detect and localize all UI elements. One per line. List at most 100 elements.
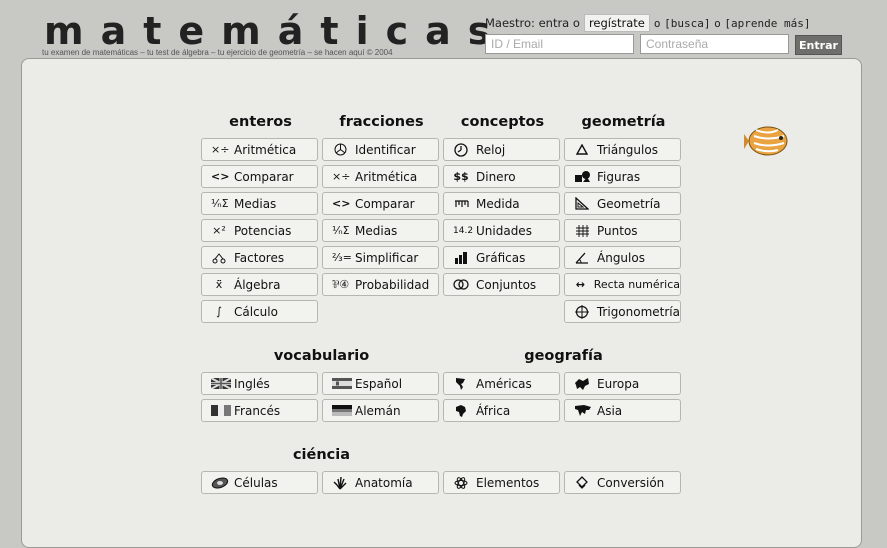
geometria-recta-numerica-button[interactable]: ↔ Recta numérica <box>564 273 681 296</box>
triangle-icon <box>574 144 590 155</box>
geografia-europa-button[interactable]: Europa <box>564 372 681 395</box>
ciencia-anatomia-button[interactable]: Anatomía <box>322 471 439 494</box>
vocabulario-frances-button[interactable]: Francés <box>201 399 318 422</box>
vocabulario-ingles-button[interactable]: Inglés <box>201 372 318 395</box>
button-label: Ángulos <box>597 250 645 265</box>
conceptos-unidades-button[interactable]: 14.2 Unidades <box>443 219 560 242</box>
login-line: Maestro: entra o regístrate o [busca] o … <box>485 14 811 32</box>
button-label: Cálculo <box>234 304 278 319</box>
email-input[interactable] <box>485 34 634 54</box>
enteros-aritmetica-button[interactable]: ×÷ Aritmética <box>201 138 318 161</box>
password-input[interactable] <box>640 34 789 54</box>
factor-tree-icon <box>211 252 227 264</box>
hand-icon <box>332 476 348 490</box>
enteros-algebra-button[interactable]: ẍ̈ Álgebra <box>201 273 318 296</box>
button-label: Unidades <box>476 223 532 238</box>
geografia-asia-button[interactable]: Asia <box>564 399 681 422</box>
fracciones-aritmetica-button[interactable]: ×÷ Aritmética <box>322 165 439 188</box>
button-label: Anatomía <box>355 475 413 490</box>
section-heading-geometria: geometría <box>581 114 666 130</box>
sigma-icon: ¹⁄ₙΣ <box>211 196 229 210</box>
number-line-icon: ↔ <box>575 277 585 291</box>
fracciones-probabilidad-button[interactable]: ⅌④ Probabilidad <box>322 273 439 296</box>
algebra-icon: ẍ̈ <box>215 277 223 291</box>
separator: o <box>714 16 721 30</box>
button-label: Medias <box>355 223 398 238</box>
button-label: Aritmética <box>234 142 297 157</box>
unit-circle-icon <box>574 304 590 319</box>
enteros-factores-button[interactable]: Factores <box>201 246 318 269</box>
button-label: Factores <box>234 250 285 265</box>
button-label: Inglés <box>234 376 270 391</box>
section-heading-conceptos: conceptos <box>460 114 545 130</box>
button-label: Conversión <box>597 475 665 490</box>
geometria-trigonometria-button[interactable]: Trigonometría <box>564 300 681 323</box>
ciencia-elementos-button[interactable]: Elementos <box>443 471 560 494</box>
button-label: Conjuntos <box>476 277 537 292</box>
conceptos-reloj-button[interactable]: Reloj <box>443 138 560 161</box>
grid-points-icon <box>574 224 590 237</box>
enteros-calculo-button[interactable]: ∫ Cálculo <box>201 300 318 323</box>
geometria-figuras-button[interactable]: Figuras <box>564 165 681 188</box>
vocabulario-aleman-button[interactable]: Alemán <box>322 399 439 422</box>
ciencia-celulas-button[interactable]: Células <box>201 471 318 494</box>
conceptos-dinero-button[interactable]: $$ Dinero <box>443 165 560 188</box>
enteros-potencias-button[interactable]: ×² Potencias <box>201 219 318 242</box>
geometria-geometria-button[interactable]: Geometría <box>564 192 681 215</box>
sets-icon <box>453 279 469 290</box>
money-icon: $$ <box>453 169 469 183</box>
enteros-comparar-button[interactable]: <> Comparar <box>201 165 318 188</box>
enteros-medias-button[interactable]: ¹⁄ₙΣ Medias <box>201 192 318 215</box>
button-label: Probabilidad <box>355 277 430 292</box>
search-link[interactable]: [busca] <box>664 17 710 30</box>
conceptos-medida-button[interactable]: Medida <box>443 192 560 215</box>
arithmetic-icon: ×÷ <box>332 169 351 183</box>
ciencia-conversion-button[interactable]: Conversión <box>564 471 681 494</box>
fracciones-comparar-button[interactable]: <> Comparar <box>322 192 439 215</box>
uk-flag-icon <box>211 378 231 389</box>
button-label: Dinero <box>476 169 516 184</box>
section-heading-ciencia: ciéncia <box>292 447 351 463</box>
conceptos-graficas-button[interactable]: Gráficas <box>443 246 560 269</box>
germany-flag-icon <box>332 405 352 416</box>
button-label: Álgebra <box>234 277 281 292</box>
button-label: Reloj <box>476 142 506 157</box>
compare-icon: <> <box>211 169 230 183</box>
button-label: Asia <box>597 403 623 418</box>
units-icon: 14.2 <box>453 225 474 236</box>
button-label: Potencias <box>234 223 292 238</box>
atom-icon <box>453 476 469 490</box>
button-label: Recta numérica <box>593 278 680 291</box>
fish-mascot-icon <box>744 126 788 156</box>
button-label: Francés <box>234 403 281 418</box>
button-label: Alemán <box>355 403 401 418</box>
geografia-africa-button[interactable]: África <box>443 399 560 422</box>
tagline: tu examen de matemáticas – tu test de ál… <box>42 48 393 57</box>
fraction-icon: ⅔= <box>332 250 352 264</box>
button-label: Simplificar <box>355 250 419 265</box>
geometria-angulos-button[interactable]: Ángulos <box>564 246 681 269</box>
register-link[interactable]: regístrate <box>583 14 650 32</box>
button-label: Gráficas <box>476 250 526 265</box>
button-label: Europa <box>597 376 640 391</box>
geografia-americas-button[interactable]: Américas <box>443 372 560 395</box>
main-panel <box>21 58 862 548</box>
fracciones-simplificar-button[interactable]: ⅔= Simplificar <box>322 246 439 269</box>
button-label: Español <box>355 376 403 391</box>
geometria-puntos-button[interactable]: Puntos <box>564 219 681 242</box>
section-heading-vocabulario: vocabulario <box>273 348 370 364</box>
conceptos-conjuntos-button[interactable]: Conjuntos <box>443 273 560 296</box>
section-heading-fracciones: fracciones <box>339 114 424 130</box>
button-label: Américas <box>476 376 532 391</box>
button-label: Geometría <box>597 196 661 211</box>
angle-icon <box>574 252 590 264</box>
geometria-triangulos-button[interactable]: Triángulos <box>564 138 681 161</box>
login-button[interactable]: Entrar <box>795 35 842 55</box>
learn-more-link[interactable]: [aprende más] <box>724 17 810 30</box>
sigma-icon: ¹⁄ₙΣ <box>332 223 350 237</box>
button-label: Comparar <box>234 169 294 184</box>
fracciones-identificar-button[interactable]: Identificar <box>322 138 439 161</box>
vocabulario-espanol-button[interactable]: Español <box>322 372 439 395</box>
fracciones-medias-button[interactable]: ¹⁄ₙΣ Medias <box>322 219 439 242</box>
button-label: Aritmética <box>355 169 418 184</box>
